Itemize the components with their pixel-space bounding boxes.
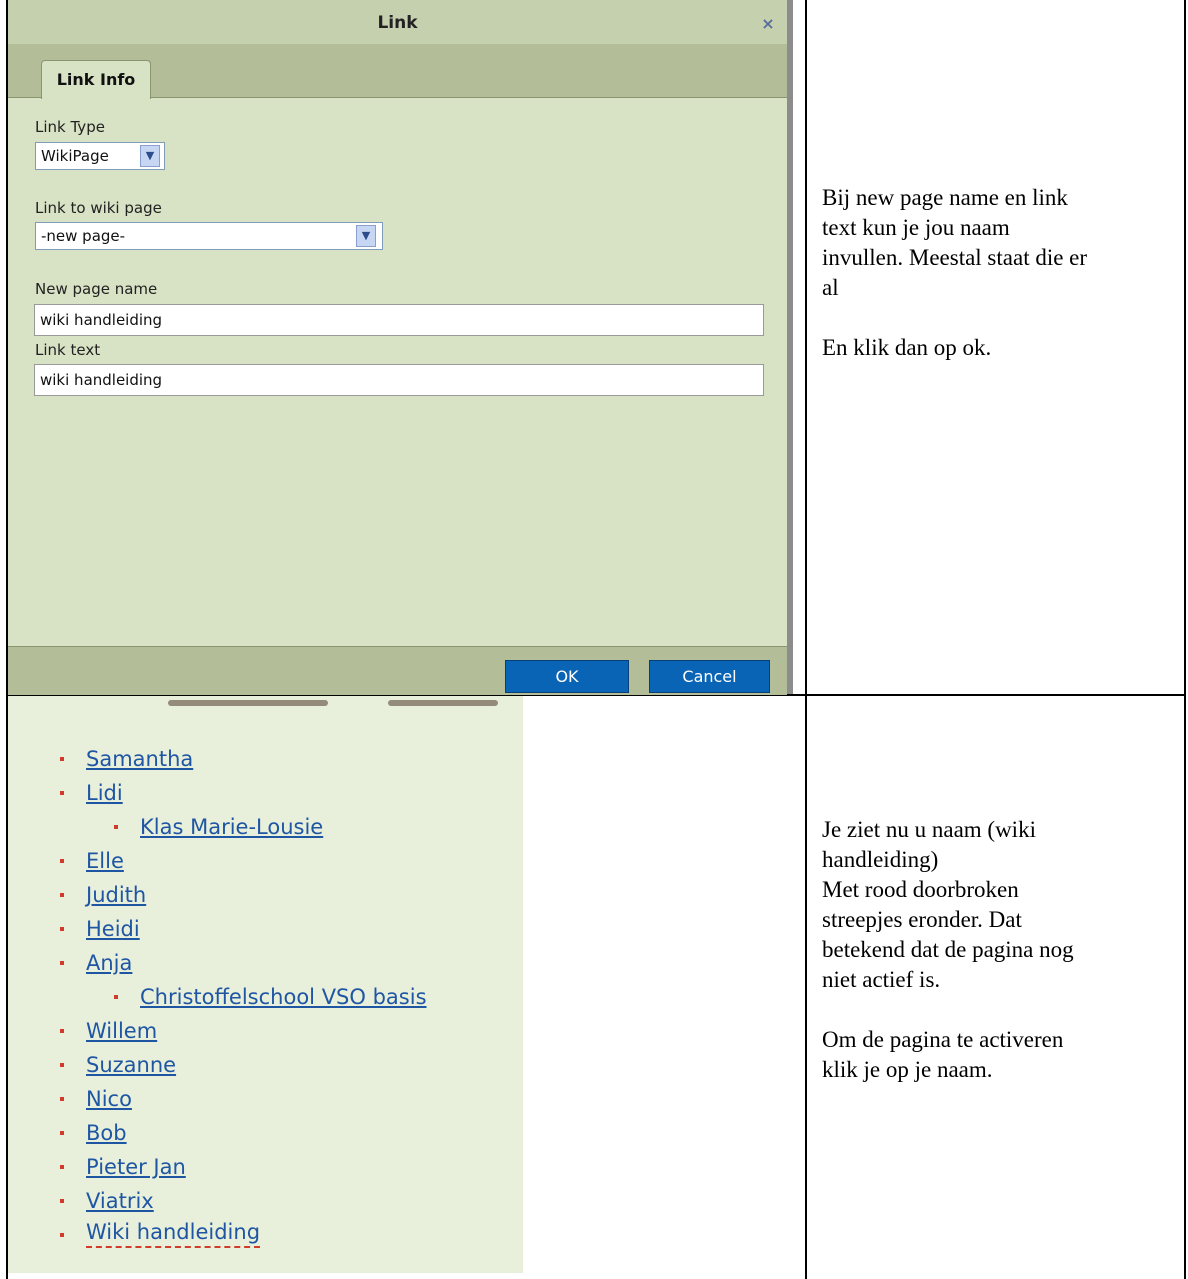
- wiki-page-link[interactable]: Pieter Jan: [86, 1150, 186, 1184]
- text-line: Om de pagina te activeren: [822, 1027, 1064, 1052]
- wiki-page-list-screenshot: Samantha Lidi Klas Marie-Lousie Elle Judith H…: [8, 696, 523, 1273]
- text-line: niet actief is.: [822, 967, 941, 992]
- wiki-page-link[interactable]: Lidi: [86, 776, 123, 810]
- link-text-label: Link text: [35, 341, 101, 359]
- bullet-icon: [60, 791, 64, 795]
- wiki-page-link[interactable]: Judith: [86, 878, 146, 912]
- bullet-icon: [60, 1097, 64, 1101]
- chevron-down-icon[interactable]: ▼: [356, 225, 376, 247]
- bullet-icon: [60, 1063, 64, 1067]
- new-page-name-input[interactable]: wiki handleiding: [34, 304, 764, 336]
- instruction-text-1: Bij new page name en link text kun je jo…: [822, 183, 1174, 363]
- dialog-tab-bar: Link Info: [8, 44, 787, 99]
- wiki-page-link[interactable]: Christoffelschool VSO basis: [140, 980, 427, 1014]
- bullet-icon: [114, 825, 118, 829]
- link-to-wiki-page-select[interactable]: -new page- ▼: [35, 222, 383, 250]
- text-line: Bij new page name en link: [822, 185, 1068, 210]
- wiki-page-link[interactable]: Viatrix: [86, 1184, 154, 1218]
- wiki-page-link[interactable]: Anja: [86, 946, 132, 980]
- bullet-icon: [60, 1165, 64, 1169]
- link-type-select[interactable]: WikiPage ▼: [35, 142, 165, 170]
- wiki-page-link[interactable]: Elle: [86, 844, 124, 878]
- wiki-page-link-new[interactable]: Wiki handleiding: [86, 1218, 261, 1248]
- ok-button[interactable]: OK: [505, 660, 629, 693]
- instruction-text-2: Je ziet nu u naam (wiki handleiding) Met…: [822, 815, 1174, 1085]
- bullet-icon: [60, 893, 64, 897]
- text-line: klik je op je naam.: [822, 1057, 993, 1082]
- bullet-icon: [60, 1199, 64, 1203]
- bullet-icon: [60, 1233, 64, 1237]
- wiki-page-link[interactable]: Nico: [86, 1082, 132, 1116]
- bullet-icon: [60, 757, 64, 761]
- bullet-icon: [60, 1131, 64, 1135]
- text-line: Je ziet nu u naam (wiki: [822, 817, 1036, 842]
- link-type-label: Link Type: [35, 118, 105, 136]
- dialog-border: [787, 0, 793, 694]
- table-border-right: [1184, 0, 1186, 1279]
- text-line: handleiding): [822, 847, 939, 872]
- text-line: invullen. Meestal staat die er: [822, 245, 1088, 270]
- link-to-wiki-page-value: -new page-: [41, 227, 126, 245]
- dialog-footer: OK Cancel: [8, 646, 787, 695]
- text-line: En klik dan op ok.: [822, 335, 992, 360]
- cropped-image-strip: [8, 696, 523, 710]
- close-icon[interactable]: ×: [759, 15, 777, 33]
- bullet-icon: [60, 961, 64, 965]
- link-type-value: WikiPage: [41, 147, 109, 165]
- text-line: text kun je jou naam: [822, 215, 1010, 240]
- text-line: al: [822, 275, 839, 300]
- new-page-name-label: New page name: [35, 280, 158, 298]
- bullet-icon: [114, 995, 118, 999]
- table-border-middle: [805, 0, 807, 1279]
- bullet-icon: [60, 1029, 64, 1033]
- wiki-page-link[interactable]: Bob: [86, 1116, 127, 1150]
- link-dialog: Link × Link Info Link Type WikiPage ▼ Li…: [8, 0, 787, 695]
- text-line: Met rood doorbroken: [822, 877, 1019, 902]
- link-to-wiki-page-label: Link to wiki page: [35, 199, 162, 217]
- bullet-icon: [60, 927, 64, 931]
- chevron-down-icon[interactable]: ▼: [140, 145, 160, 167]
- cancel-button[interactable]: Cancel: [649, 660, 770, 693]
- text-line: streepjes eronder. Dat: [822, 907, 1022, 932]
- tab-link-info[interactable]: Link Info: [41, 60, 151, 99]
- dialog-title: Link: [8, 0, 787, 44]
- bullet-icon: [60, 859, 64, 863]
- link-text-input[interactable]: wiki handleiding: [34, 364, 764, 396]
- wiki-page-link[interactable]: Suzanne: [86, 1048, 176, 1082]
- wiki-page-link[interactable]: Samantha: [86, 742, 193, 776]
- wiki-page-link[interactable]: Heidi: [86, 912, 140, 946]
- wiki-page-link[interactable]: Willem: [86, 1014, 157, 1048]
- text-line: betekend dat de pagina nog: [822, 937, 1074, 962]
- wiki-page-link[interactable]: Klas Marie-Lousie: [140, 810, 323, 844]
